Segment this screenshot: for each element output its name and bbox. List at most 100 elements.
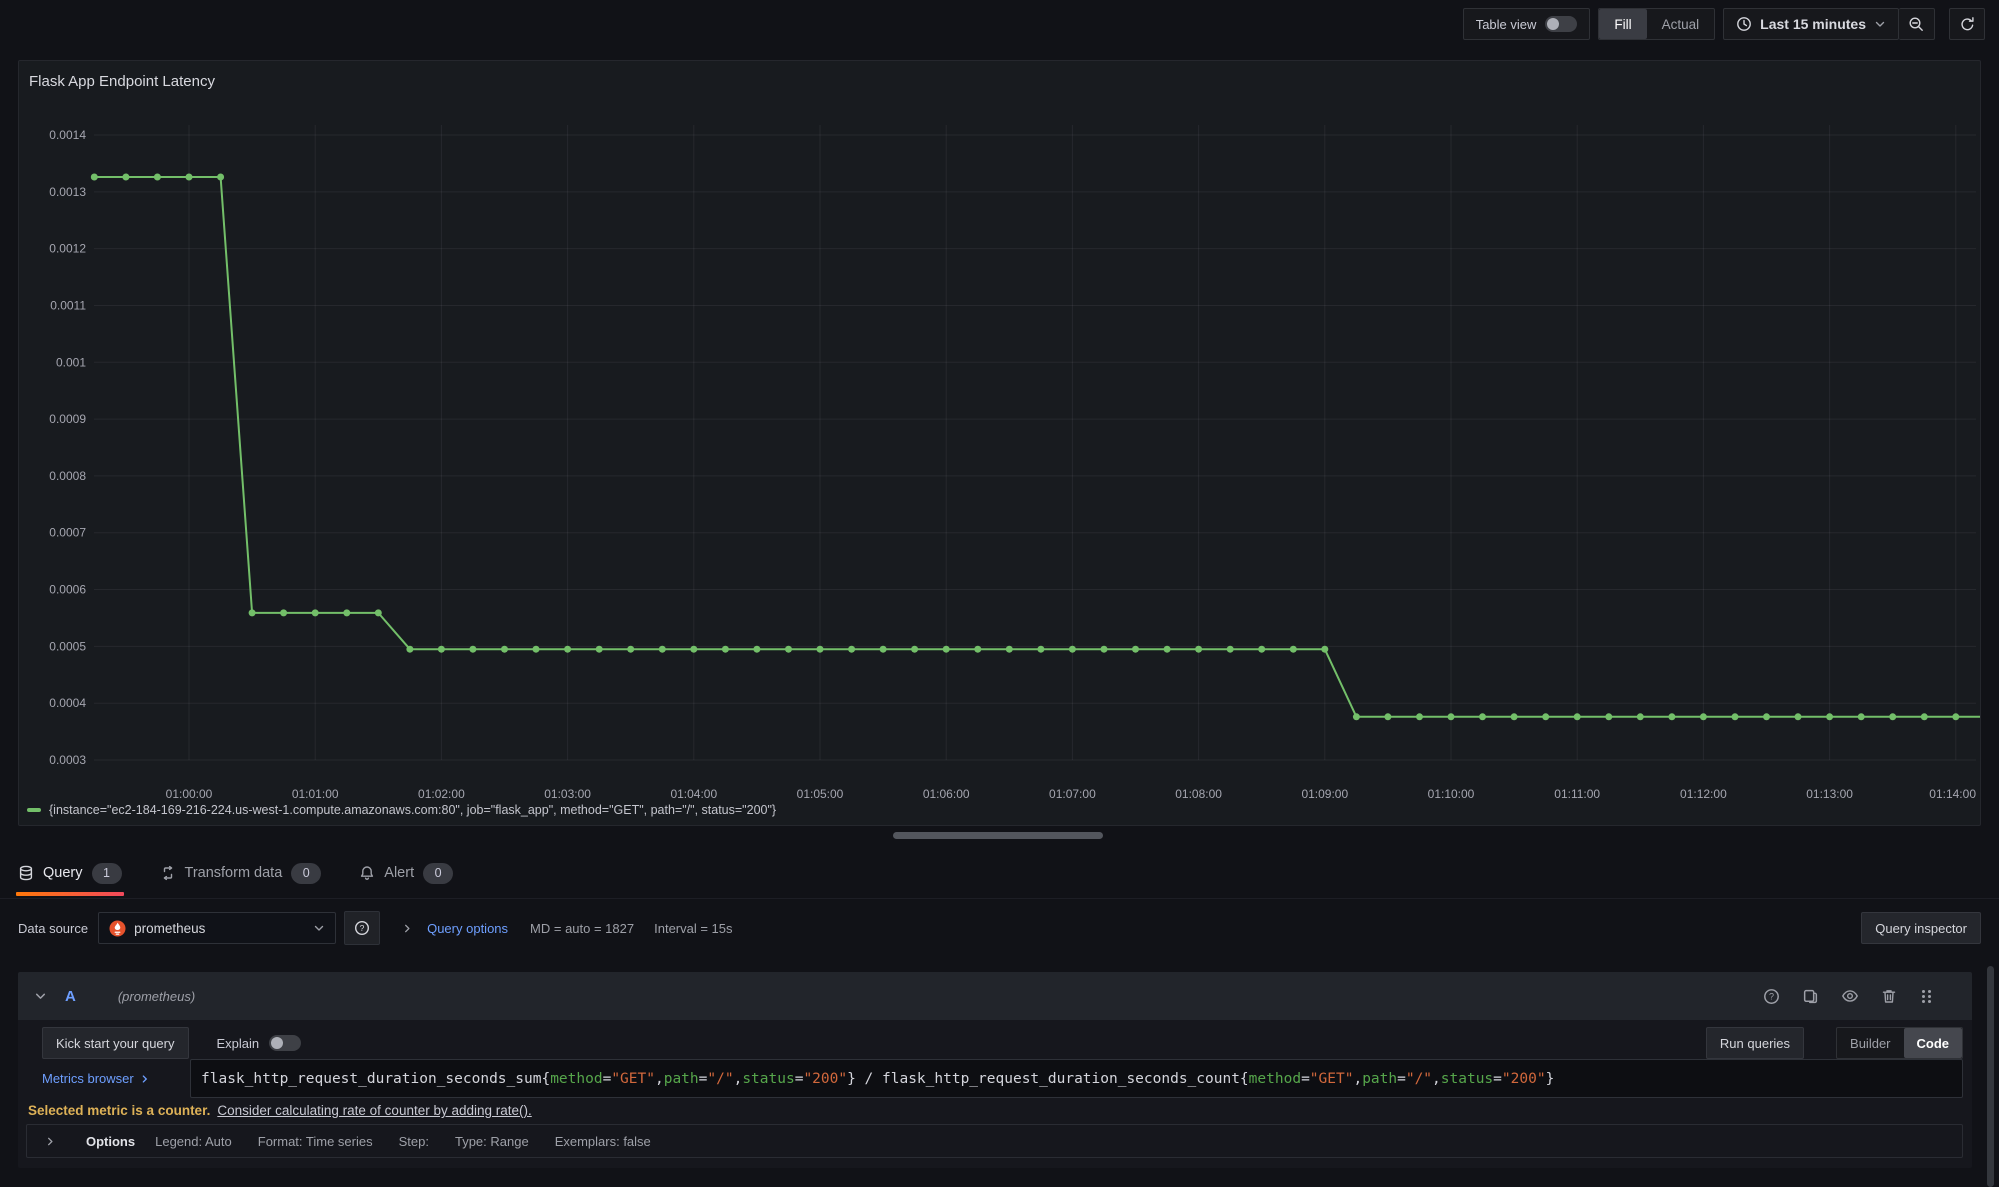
query-ref-id: A: [65, 988, 76, 1005]
y-axis-tick-label: 0.0007: [49, 526, 86, 540]
explain-control: Explain: [217, 1035, 302, 1051]
data-point: [785, 646, 792, 653]
tab-query[interactable]: Query 1: [16, 848, 124, 898]
warning-rate-link[interactable]: Consider calculating rate of counter by …: [217, 1103, 531, 1118]
data-point: [1952, 713, 1959, 720]
query-token: ,: [734, 1071, 743, 1087]
data-point: [1542, 713, 1549, 720]
query-token: "/": [707, 1071, 733, 1087]
query-token: "GET": [1310, 1071, 1354, 1087]
prometheus-icon: [109, 920, 126, 937]
refresh-button[interactable]: [1949, 8, 1985, 40]
data-point: [122, 174, 129, 181]
data-point: [1858, 713, 1865, 720]
tab-transform-label: Transform data: [185, 865, 283, 881]
query-inspector-button[interactable]: Query inspector: [1861, 912, 1981, 944]
x-axis-tick-label: 01:00:00: [166, 787, 213, 801]
query-token: flask_http_request_duration_seconds_sum{: [201, 1071, 550, 1087]
data-point: [375, 609, 382, 616]
chevron-right-icon: [140, 1074, 150, 1084]
option-type: Type: Range: [455, 1134, 529, 1149]
fill-button[interactable]: Fill: [1599, 9, 1646, 39]
data-point: [1826, 713, 1833, 720]
query-options-toggle[interactable]: Query options MD = auto = 1827 Interval …: [402, 921, 732, 936]
y-axis-tick-label: 0.0012: [49, 242, 86, 256]
data-point: [217, 174, 224, 181]
y-axis-tick-label: 0.0013: [49, 185, 86, 199]
data-point: [1069, 646, 1076, 653]
data-point: [943, 646, 950, 653]
query-options-summary[interactable]: Options Legend: Auto Format: Time series…: [26, 1124, 1963, 1158]
builder-code-segmented: Builder Code: [1836, 1027, 1963, 1059]
chevron-down-icon: [1874, 18, 1886, 30]
help-circle-icon: ?: [354, 920, 370, 936]
data-point: [91, 174, 98, 181]
collapse-chevron-icon[interactable]: [34, 990, 47, 1003]
y-axis-tick-label: 0.0008: [49, 469, 86, 483]
data-point: [627, 646, 634, 653]
query-datasource-hint: (prometheus): [118, 989, 195, 1004]
table-view-toggle[interactable]: [1545, 16, 1577, 32]
drag-handle-grip-icon[interactable]: [1919, 988, 1934, 1005]
tab-alert[interactable]: Alert 0: [357, 848, 455, 898]
data-point: [1637, 713, 1644, 720]
data-point: [1448, 713, 1455, 720]
data-point: [1700, 713, 1707, 720]
actual-button[interactable]: Actual: [1647, 9, 1715, 39]
code-button[interactable]: Code: [1904, 1028, 1963, 1058]
duplicate-query-icon[interactable]: [1802, 988, 1819, 1005]
data-point: [659, 646, 666, 653]
vertical-scrollbar-thumb[interactable]: [1987, 966, 1994, 1187]
time-range-picker[interactable]: Last 15 minutes: [1723, 8, 1899, 40]
data-point: [1511, 713, 1518, 720]
promql-code-editor[interactable]: flask_http_request_duration_seconds_sum{…: [190, 1059, 1963, 1098]
hide-response-eye-icon[interactable]: [1841, 987, 1859, 1005]
chevron-right-icon: [402, 923, 413, 934]
chart-legend[interactable]: {instance="ec2-184-169-216-224.us-west-1…: [27, 803, 776, 817]
x-axis-tick-label: 01:02:00: [418, 787, 465, 801]
data-point: [1227, 646, 1234, 653]
data-point: [1384, 713, 1391, 720]
delete-query-trash-icon[interactable]: [1881, 988, 1897, 1005]
run-queries-button[interactable]: Run queries: [1706, 1027, 1804, 1059]
data-point: [1164, 646, 1171, 653]
metrics-browser-toggle[interactable]: Metrics browser: [42, 1071, 190, 1086]
data-point: [1195, 646, 1202, 653]
query-token: "GET": [611, 1071, 655, 1087]
svg-text:?: ?: [1769, 991, 1774, 1001]
builder-button[interactable]: Builder: [1837, 1028, 1903, 1058]
data-point: [1605, 713, 1612, 720]
data-point: [880, 646, 887, 653]
tab-transform-data[interactable]: Transform data 0: [158, 848, 324, 898]
query-token: }: [1546, 1071, 1555, 1087]
timeseries-panel: Flask App Endpoint Latency 0.00140.00130…: [18, 60, 1981, 826]
explain-toggle[interactable]: [269, 1035, 301, 1051]
horizontal-scrollbar-thumb[interactable]: [893, 832, 1103, 839]
data-point: [1479, 713, 1486, 720]
latency-line-chart[interactable]: 0.00140.00130.00120.00110.0010.00090.000…: [19, 61, 1980, 825]
fill-actual-segmented: Fill Actual: [1598, 8, 1715, 40]
x-axis-tick-label: 01:04:00: [670, 787, 717, 801]
zoom-out-button[interactable]: [1899, 8, 1935, 40]
data-point: [1416, 713, 1423, 720]
y-axis-tick-label: 0.001: [56, 355, 86, 369]
refresh-icon: [1959, 16, 1976, 33]
datasource-select[interactable]: prometheus: [98, 912, 336, 944]
kick-start-query-button[interactable]: Kick start your query: [42, 1027, 189, 1059]
query-token: =: [1397, 1071, 1406, 1087]
data-point: [911, 646, 918, 653]
x-axis-tick-label: 01:01:00: [292, 787, 339, 801]
option-exemplars: Exemplars: false: [555, 1134, 651, 1149]
data-point: [1037, 646, 1044, 653]
query-row-header[interactable]: A (prometheus) ?: [18, 972, 1972, 1020]
datasource-row: Data source prometheus ? Query optio: [0, 906, 1999, 950]
data-point: [1763, 713, 1770, 720]
data-point: [1732, 713, 1739, 720]
series-color-dash: [27, 808, 41, 812]
max-data-points-value: MD = auto = 1827: [530, 921, 634, 936]
datasource-help-button[interactable]: ?: [344, 911, 380, 945]
y-axis-tick-label: 0.0009: [49, 412, 86, 426]
data-point: [690, 646, 697, 653]
query-token: ,: [1432, 1071, 1441, 1087]
query-help-icon[interactable]: ?: [1763, 988, 1780, 1005]
